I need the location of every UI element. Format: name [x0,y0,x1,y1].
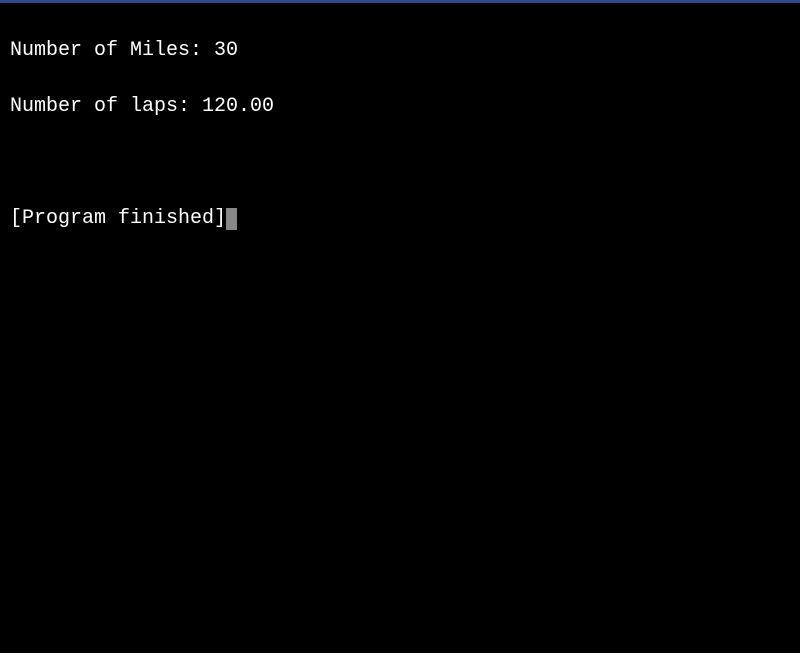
program-status: [Program finished] [10,207,226,230]
miles-label: Number of Miles: [10,39,214,62]
output-line-laps: Number of laps: 120.00 [10,93,790,121]
output-line-miles: Number of Miles: 30 [10,37,790,65]
cursor-icon [226,208,237,230]
terminal-output: Number of Miles: 30 Number of laps: 120.… [0,3,800,267]
laps-label: Number of laps: [10,95,202,118]
laps-value: 120.00 [202,95,274,118]
output-line-status: [Program finished] [10,205,790,233]
miles-value: 30 [214,39,238,62]
